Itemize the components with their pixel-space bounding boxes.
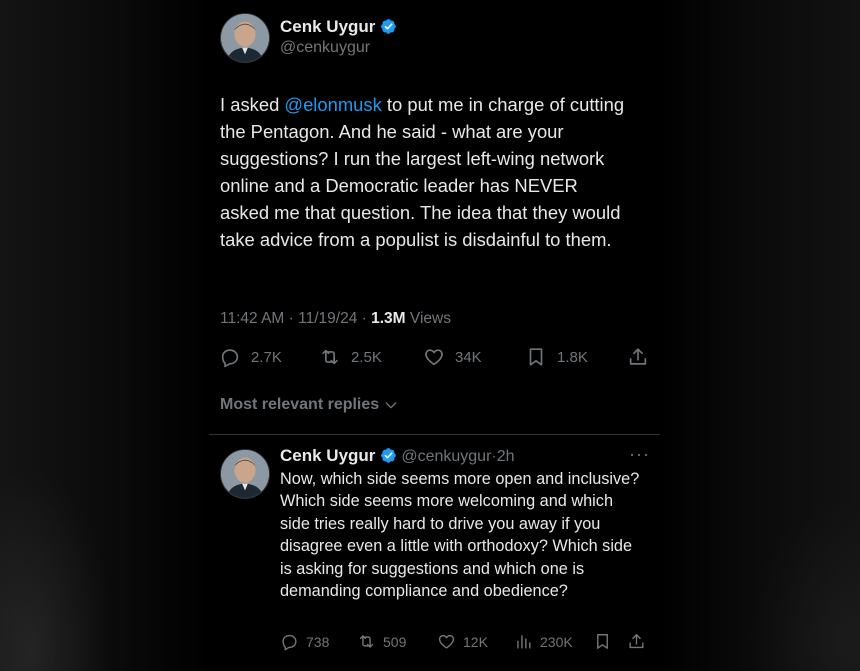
repost-button[interactable]: 2.5K <box>319 346 382 368</box>
reply-repost-button[interactable]: 509 <box>357 632 406 651</box>
reply-like-count: 12K <box>463 633 488 650</box>
share-button[interactable] <box>627 346 649 368</box>
reply-repost-count: 509 <box>383 633 407 650</box>
tweet-text-part-2: to put me in charge of cutting the Penta… <box>220 94 625 250</box>
bookmark-button[interactable]: 1.8K <box>525 346 588 368</box>
bookmark-count: 1.8K <box>557 348 588 366</box>
replies-sort-dropdown[interactable]: Most relevant replies <box>220 396 399 414</box>
reply-icon <box>221 349 239 368</box>
reply-more-button[interactable]: ··· <box>629 444 650 465</box>
divider <box>209 434 660 435</box>
like-button[interactable]: 34K <box>423 346 482 368</box>
chevron-down-icon <box>385 402 397 409</box>
reply-button[interactable]: 2.7K <box>219 346 282 368</box>
analytics-icon <box>517 635 531 649</box>
meta-separator: · <box>288 310 294 327</box>
bookmark-icon <box>597 634 608 649</box>
repost-icon <box>359 635 374 648</box>
author-handle[interactable]: @cenkuygur <box>280 39 370 57</box>
reply-icon <box>282 634 297 651</box>
verified-badge-icon <box>380 448 396 463</box>
tweet-date[interactable]: 11/19/24 <box>298 310 357 327</box>
reply-views-button[interactable]: 230K <box>514 632 573 651</box>
reply-time[interactable]: 2h <box>497 448 515 465</box>
reply-text: Now, which side seems more open and incl… <box>280 470 640 601</box>
reply-views-count: 230K <box>540 633 573 650</box>
reply-like-button[interactable]: 12K <box>437 632 488 651</box>
tweet-text-part-1: I asked <box>220 94 285 115</box>
mention-link[interactable]: @elonmusk <box>284 94 381 115</box>
views-count: 1.3M <box>371 310 406 327</box>
like-icon <box>438 634 455 649</box>
tweet-time[interactable]: 11:42 AM <box>220 310 284 327</box>
reply-reply-button[interactable]: 738 <box>280 632 329 651</box>
bookmark-icon <box>529 348 543 366</box>
reply-author-avatar[interactable] <box>220 449 270 499</box>
reply-author-name[interactable]: Cenk Uygur <box>280 446 375 465</box>
share-icon <box>629 348 647 365</box>
reply-bookmark-button[interactable] <box>593 632 612 651</box>
author-avatar[interactable] <box>220 13 270 63</box>
tweet-meta: 11:42 AM · 11/19/24 · 1.3M Views <box>220 310 451 328</box>
repost-icon <box>322 349 338 365</box>
meta-separator: · <box>361 310 367 327</box>
reply-reply-count: 738 <box>306 633 330 650</box>
tweet-screen: Cenk Uygur @cenkuygur I asked @elonmusk … <box>209 0 660 671</box>
verified-badge-icon <box>381 19 396 34</box>
share-icon <box>629 634 644 649</box>
reply-header: Cenk Uygur @cenkuygur·2h <box>280 446 515 466</box>
avatar-photo <box>221 14 269 62</box>
replies-sort-label: Most relevant replies <box>220 396 380 413</box>
author-name-row[interactable]: Cenk Uygur <box>280 17 397 37</box>
reply-author-handle[interactable]: @cenkuygur <box>401 448 491 465</box>
author-name[interactable]: Cenk Uygur <box>280 17 375 36</box>
avatar-photo <box>221 450 269 498</box>
views-label: Views <box>409 310 451 327</box>
repost-count: 2.5K <box>351 348 382 366</box>
reply-count: 2.7K <box>251 348 282 366</box>
like-icon <box>425 349 443 366</box>
tweet-text: I asked @elonmusk to put me in charge of… <box>220 91 630 253</box>
reply-share-button[interactable] <box>627 632 646 651</box>
like-count: 34K <box>455 348 482 366</box>
